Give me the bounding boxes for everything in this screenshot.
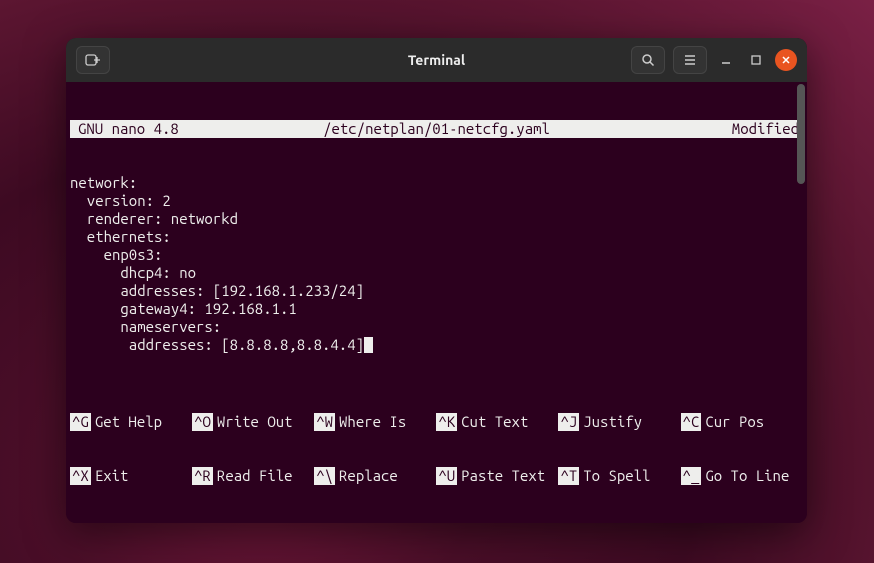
shortcut-item: ^UPaste Text (436, 467, 558, 485)
shortcut-desc: Paste Text (457, 467, 545, 485)
terminal-window: Terminal (66, 38, 807, 523)
close-button[interactable] (775, 49, 797, 71)
shortcut-desc: Justify (579, 413, 642, 431)
shortcut-desc: Cut Text (457, 413, 528, 431)
editor-line: gateway4: 192.168.1.1 (70, 300, 803, 318)
shortcut-item: ^KCut Text (436, 413, 558, 431)
search-button[interactable] (631, 46, 665, 74)
shortcut-key: ^G (70, 413, 91, 431)
editor-line: version: 2 (70, 192, 803, 210)
terminal-body[interactable]: GNU nano 4.8 /etc/netplan/01-netcfg.yaml… (66, 82, 807, 523)
shortcut-item: ^_Go To Line (681, 467, 803, 485)
shortcut-key: ^R (192, 467, 213, 485)
shortcut-desc: Where Is (335, 413, 406, 431)
maximize-button[interactable] (745, 49, 767, 71)
shortcut-key: ^T (558, 467, 579, 485)
shortcut-key: ^W (314, 413, 335, 431)
shortcut-item: ^TTo Spell (558, 467, 680, 485)
nano-status: Modified (732, 120, 803, 138)
shortcut-key: ^J (558, 413, 579, 431)
editor-line: enp0s3: (70, 246, 803, 264)
shortcut-row-1: ^GGet Help^OWrite Out^WWhere Is^KCut Tex… (70, 413, 803, 431)
shortcut-desc: Exit (91, 467, 129, 485)
shortcut-desc: Replace (335, 467, 398, 485)
shortcut-key: ^C (681, 413, 702, 431)
shortcut-item: ^RRead File (192, 467, 314, 485)
titlebar: Terminal (66, 38, 807, 82)
scrollbar[interactable] (797, 84, 805, 184)
minimize-button[interactable] (715, 49, 737, 71)
shortcut-item: ^WWhere Is (314, 413, 436, 431)
new-tab-icon (85, 53, 101, 67)
shortcut-item: ^XExit (70, 467, 192, 485)
shortcut-desc: Go To Line (701, 467, 789, 485)
editor-line: ethernets: (70, 228, 803, 246)
editor-line: nameservers: (70, 318, 803, 336)
hamburger-icon (683, 54, 697, 66)
shortcut-item: ^\Replace (314, 467, 436, 485)
menu-button[interactable] (673, 46, 707, 74)
maximize-icon (750, 54, 762, 66)
shortcut-desc: Get Help (91, 413, 162, 431)
editor-line: renderer: networkd (70, 210, 803, 228)
close-icon (781, 55, 791, 65)
nano-app-name: GNU nano 4.8 (70, 120, 179, 138)
nano-file-path: /etc/netplan/01-netcfg.yaml (323, 120, 550, 138)
editor-line: addresses: [8.8.8.8,8.8.4.4] (70, 336, 803, 354)
titlebar-right (631, 46, 797, 74)
editor-line: addresses: [192.168.1.233/24] (70, 282, 803, 300)
editor-line: network: (70, 174, 803, 192)
search-icon (641, 53, 655, 67)
shortcut-row-2: ^XExit^RRead File^\Replace^UPaste Text^T… (70, 467, 803, 485)
cursor (364, 337, 373, 353)
new-tab-button[interactable] (76, 46, 110, 74)
shortcut-desc: To Spell (579, 467, 650, 485)
shortcut-desc: Read File (213, 467, 293, 485)
window-title: Terminal (408, 52, 465, 68)
editor-line: dhcp4: no (70, 264, 803, 282)
shortcut-item: ^JJustify (558, 413, 680, 431)
shortcut-key: ^K (436, 413, 457, 431)
editor-content[interactable]: network: version: 2 renderer: networkd e… (70, 174, 803, 354)
shortcut-item: ^GGet Help (70, 413, 192, 431)
shortcut-key: ^X (70, 467, 91, 485)
shortcut-desc: Write Out (213, 413, 293, 431)
shortcut-key: ^O (192, 413, 213, 431)
nano-header: GNU nano 4.8 /etc/netplan/01-netcfg.yaml… (70, 120, 803, 138)
shortcut-item: ^CCur Pos (681, 413, 803, 431)
shortcut-key: ^\ (314, 467, 335, 485)
shortcut-item: ^OWrite Out (192, 413, 314, 431)
minimize-icon (720, 54, 732, 66)
shortcut-key: ^U (436, 467, 457, 485)
nano-shortcuts: ^GGet Help^OWrite Out^WWhere Is^KCut Tex… (70, 377, 803, 521)
shortcut-key: ^_ (681, 467, 702, 485)
titlebar-left (76, 46, 110, 74)
shortcut-desc: Cur Pos (701, 413, 764, 431)
